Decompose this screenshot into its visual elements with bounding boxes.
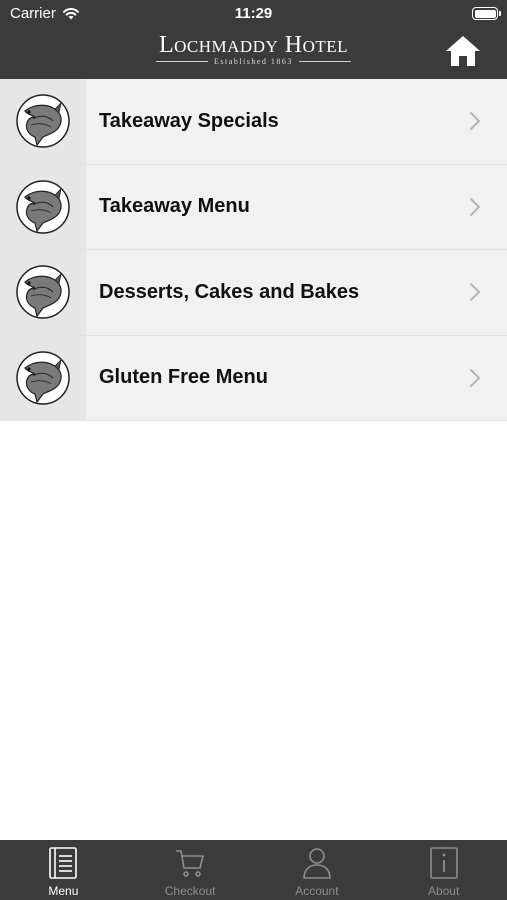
tab-label: Checkout bbox=[164, 884, 216, 898]
menu-item-label: Gluten Free Menu bbox=[99, 366, 268, 389]
menu-item-label: Desserts, Cakes and Bakes bbox=[99, 280, 360, 303]
tab-label: Account bbox=[295, 884, 339, 898]
menu-category-list: Takeaway Specials Takeaway Menu Desserts… bbox=[0, 79, 507, 421]
tab-about[interactable]: About bbox=[380, 840, 507, 900]
menu-item-label: Takeaway Menu bbox=[99, 195, 250, 218]
menu-item-gluten-free-menu[interactable]: Gluten Free Menu bbox=[0, 335, 507, 421]
chevron-right-icon bbox=[455, 111, 495, 131]
status-time: 11:29 bbox=[234, 5, 273, 22]
menu-item-takeaway-menu[interactable]: Takeaway Menu bbox=[0, 164, 507, 250]
logo-title: Lochmaddy Hotel bbox=[158, 32, 349, 58]
logo-subtitle: Established 1863 bbox=[214, 57, 293, 66]
hotel-logo: Lochmaddy Hotel Established 1863 bbox=[0, 32, 507, 66]
tab-label: About bbox=[427, 884, 460, 898]
home-button[interactable] bbox=[444, 34, 482, 68]
cart-icon bbox=[173, 846, 207, 880]
tab-label: Menu bbox=[48, 884, 79, 898]
chevron-right-icon bbox=[455, 368, 495, 388]
menu-book-icon bbox=[46, 846, 80, 880]
fish-icon bbox=[16, 94, 70, 148]
battery-icon bbox=[472, 7, 501, 20]
logo-subtitle-row: Established 1863 bbox=[0, 57, 507, 66]
menu-item-takeaway-specials[interactable]: Takeaway Specials bbox=[0, 79, 507, 165]
tab-menu[interactable]: Menu bbox=[0, 840, 127, 900]
menu-item-desserts-cakes-bakes[interactable]: Desserts, Cakes and Bakes bbox=[0, 250, 507, 336]
fish-icon bbox=[16, 265, 70, 319]
status-bar: Carrier 11:29 bbox=[0, 0, 507, 28]
chevron-right-icon bbox=[455, 282, 495, 302]
logo-divider bbox=[156, 61, 209, 62]
menu-item-label: Takeaway Specials bbox=[99, 109, 279, 132]
app-header: Carrier 11:29 Lochmaddy Hotel Establishe… bbox=[0, 0, 507, 79]
row-thumbnail bbox=[0, 79, 86, 164]
row-thumbnail bbox=[0, 335, 86, 420]
chevron-right-icon bbox=[455, 197, 495, 217]
fish-icon bbox=[16, 180, 70, 234]
row-thumbnail bbox=[0, 164, 86, 249]
tab-bar: Menu Checkout Account About bbox=[0, 840, 507, 900]
tab-checkout[interactable]: Checkout bbox=[127, 840, 254, 900]
row-thumbnail bbox=[0, 250, 86, 335]
logo-divider bbox=[298, 61, 351, 62]
user-icon bbox=[300, 846, 334, 880]
info-icon bbox=[427, 846, 461, 880]
fish-icon bbox=[16, 351, 70, 405]
home-icon bbox=[446, 36, 480, 66]
tab-account[interactable]: Account bbox=[254, 840, 381, 900]
